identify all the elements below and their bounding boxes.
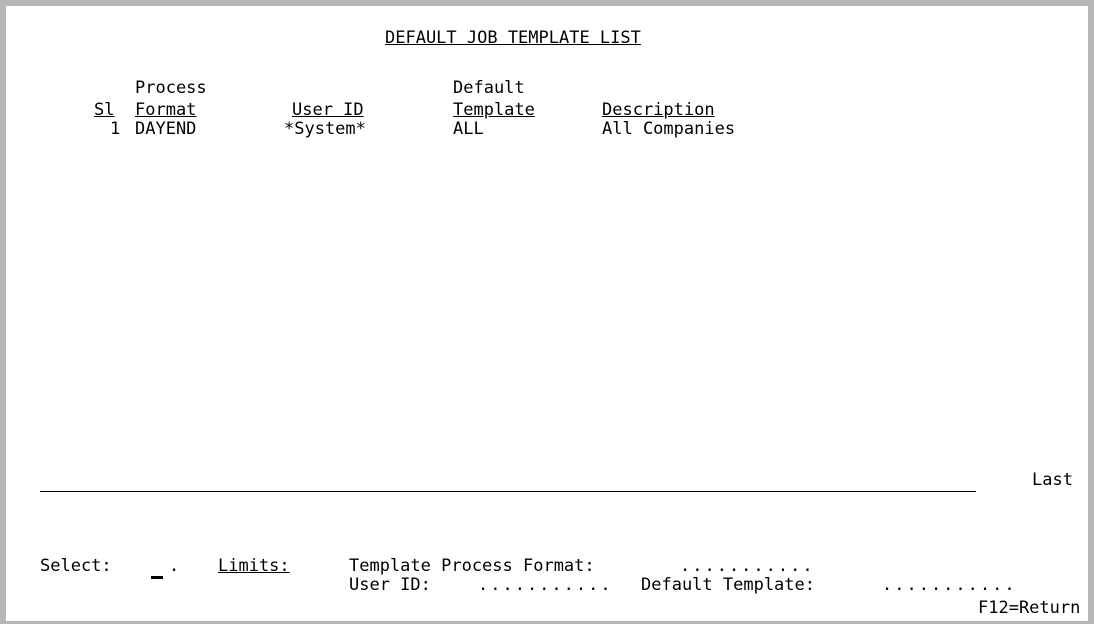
select-label: Select: [40, 556, 112, 576]
user-id-input[interactable]: ........... [478, 575, 613, 595]
column-header-default-template-line1: Default [453, 78, 525, 98]
column-header-sl: Sl [94, 100, 115, 120]
template-process-format-label: Template Process Format: [349, 556, 595, 576]
default-template-label: Default Template: [641, 575, 815, 595]
default-template-input[interactable]: ........... [882, 575, 1017, 595]
select-input[interactable] [151, 576, 163, 579]
row-sl: 1 [110, 119, 121, 139]
limits-label: Limits: [218, 556, 290, 576]
page-title: DEFAULT JOB TEMPLATE LIST [385, 28, 641, 48]
position-indicator: Last [1032, 470, 1073, 490]
column-header-user-id: User ID [292, 100, 364, 120]
select-input-end-marker: . [169, 556, 180, 576]
row-description: All Companies [602, 119, 736, 139]
column-header-default-template: Template [453, 100, 535, 120]
row-process-format: DAYEND [135, 119, 197, 139]
row-default-template: ALL [453, 119, 484, 139]
column-header-process-format: Format [135, 100, 197, 120]
column-header-description: Description [602, 100, 715, 120]
row-user-id: *System* [284, 119, 366, 139]
terminal-screen: DEFAULT JOB TEMPLATE LIST Process Defaul… [0, 0, 1094, 624]
template-process-format-input[interactable]: ........... [680, 556, 815, 576]
f12-return-key[interactable]: F12=Return [978, 598, 1080, 618]
user-id-label: User ID: [349, 575, 431, 595]
separator-line [40, 491, 976, 492]
column-header-process-format-line1: Process [135, 78, 207, 98]
